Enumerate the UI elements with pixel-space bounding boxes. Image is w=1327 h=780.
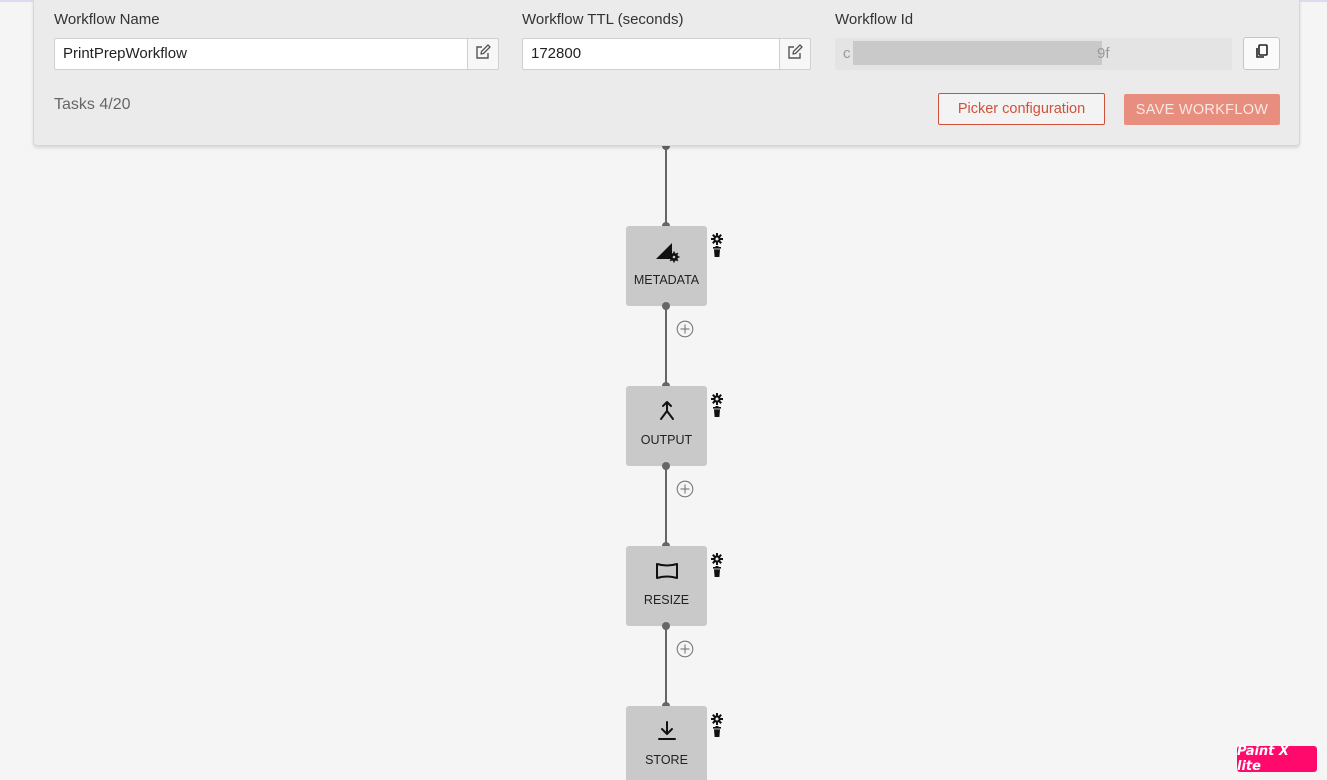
edit-icon [475, 43, 491, 65]
task-node-resize[interactable]: RESIZE [626, 546, 707, 626]
copy-id-button[interactable] [1243, 37, 1280, 70]
tasks-count: Tasks 4/20 [54, 96, 131, 113]
task-node-store[interactable]: STORE [626, 706, 707, 780]
task-label: METADATA [633, 273, 700, 287]
edit-ttl-button[interactable] [780, 38, 811, 70]
add-task-icon[interactable] [676, 480, 694, 498]
task-label: OUTPUT [640, 433, 693, 447]
delete-trash-icon[interactable] [711, 405, 723, 417]
edit-icon [787, 43, 803, 65]
edge-dot [662, 622, 670, 630]
task-label: RESIZE [643, 593, 690, 607]
edge [665, 626, 667, 706]
resize-icon [626, 559, 707, 585]
save-workflow-button[interactable]: SAVE WORKFLOW [1124, 94, 1280, 125]
delete-trash-icon[interactable] [711, 245, 723, 257]
workflow-header-panel: Workflow Name PrintPrepWorkflow Workflow… [33, 0, 1300, 146]
workflow-name-label: Workflow Name [54, 11, 160, 28]
paint-x-lite-badge: Paint X lite [1237, 744, 1317, 774]
workflow-id-field: c 9f [835, 38, 1232, 70]
delete-trash-icon[interactable] [711, 565, 723, 577]
download-icon [626, 719, 707, 745]
workflow-id-suffix: 9f [1097, 45, 1110, 62]
workflow-id-label: Workflow Id [835, 11, 914, 28]
edit-name-button[interactable] [468, 38, 499, 70]
delete-trash-icon[interactable] [711, 725, 723, 737]
workflow-name-group: PrintPrepWorkflow [54, 38, 499, 70]
settings-gear-icon[interactable] [711, 232, 723, 245]
add-task-icon[interactable] [676, 640, 694, 658]
workflow-ttl-group: 172800 [522, 38, 811, 70]
task-node-metadata[interactable]: METADATA [626, 226, 707, 306]
workflow-id-prefix: c [843, 45, 851, 62]
task-label: STORE [645, 753, 688, 767]
workflow-ttl-input[interactable]: 172800 [522, 38, 780, 70]
workflow-name-input[interactable]: PrintPrepWorkflow [54, 38, 468, 70]
edge-dot [662, 462, 670, 470]
settings-gear-icon[interactable] [711, 552, 723, 565]
metadata-icon [626, 239, 707, 265]
redacted-block [853, 41, 1102, 65]
picker-configuration-button[interactable]: Picker configuration [938, 93, 1105, 125]
edge [665, 466, 667, 546]
copy-icon [1255, 43, 1269, 64]
add-task-icon[interactable] [676, 320, 694, 338]
edge [665, 306, 667, 386]
task-node-output[interactable]: OUTPUT [626, 386, 707, 466]
merge-icon [626, 399, 707, 425]
settings-gear-icon[interactable] [711, 712, 723, 725]
settings-gear-icon[interactable] [711, 392, 723, 405]
workflow-ttl-label: Workflow TTL (seconds) [522, 11, 684, 28]
edge-dot [662, 302, 670, 310]
edge [665, 146, 667, 226]
